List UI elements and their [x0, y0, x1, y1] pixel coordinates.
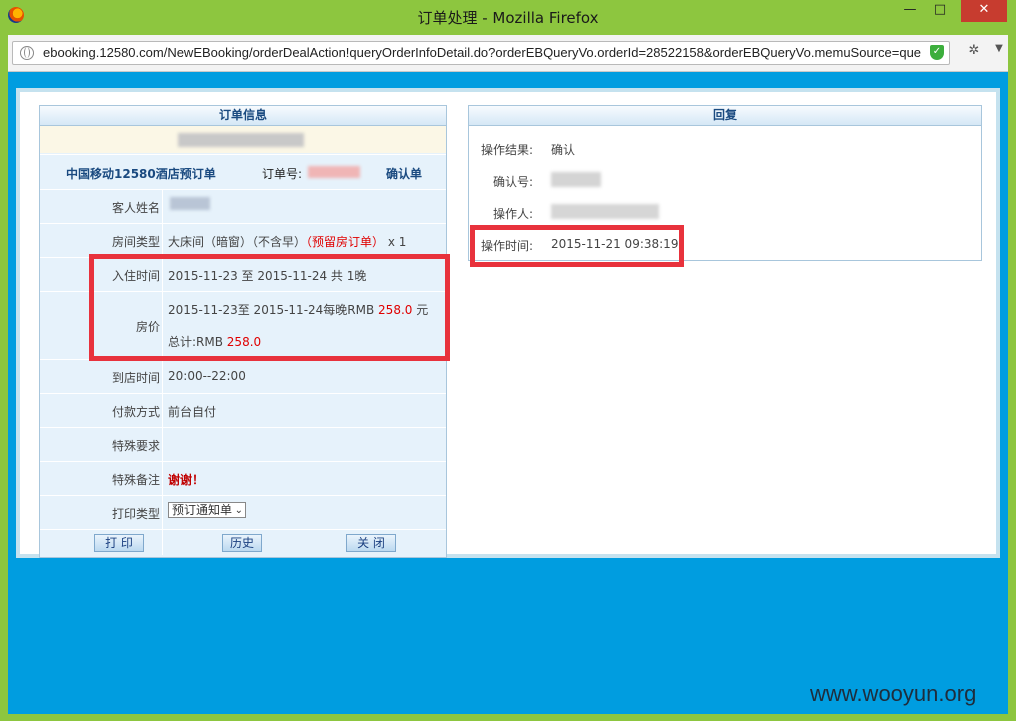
payment-value: 前台自付: [168, 405, 217, 419]
globe-icon: [20, 46, 34, 60]
minimize-button[interactable]: —: [895, 0, 925, 22]
order-title-row: 中国移动12580酒店预订单 订单号: 确认单: [40, 154, 446, 189]
special-request-label: 特殊要求: [111, 439, 160, 453]
chevron-down-icon[interactable]: ▼: [993, 43, 1005, 59]
redacted-order-no: [308, 166, 360, 178]
special-note-value: 谢谢！: [168, 473, 205, 487]
payment-row: 付款方式 前台自付: [40, 393, 446, 427]
arrive-label: 到店时间: [111, 371, 160, 385]
guest-label: 客人姓名: [111, 201, 160, 215]
room-type-text: 大床间（暗窗）（不含早）: [168, 235, 307, 249]
confirm-no-label: 确认号:: [493, 175, 534, 189]
history-button[interactable]: 历史: [222, 534, 262, 552]
guest-row: 客人姓名: [40, 189, 446, 223]
window-title: 订单处理 - Mozilla Firefox: [417, 9, 599, 27]
company-order-title: 中国移动12580酒店预订单: [66, 167, 216, 181]
order-no-label: 订单号:: [262, 167, 303, 181]
bug-icon[interactable]: ✲: [966, 43, 982, 59]
url-field[interactable]: ebooking.12580.com/NewEBooking/orderDeal…: [12, 41, 950, 65]
result-value: 确认: [551, 143, 576, 157]
room-type-value: 大床间（暗窗）（不含早）（预留房订单） x 1: [168, 233, 406, 250]
print-type-label: 打印类型: [111, 507, 160, 521]
address-bar: ebooking.12580.com/NewEBooking/orderDeal…: [8, 35, 1008, 72]
confirm-title: 确认单: [386, 167, 423, 181]
special-request-row: 特殊要求: [40, 427, 446, 461]
arrive-row: 到店时间 20:00--22:00: [40, 359, 446, 393]
result-label: 操作结果:: [481, 143, 534, 157]
room-count: x 1: [387, 235, 407, 249]
window-titlebar: 订单处理 - Mozilla Firefox — □ ✕: [0, 0, 1016, 32]
arrive-value: 20:00--22:00: [168, 369, 246, 383]
special-note-row: 特殊备注 谢谢！: [40, 461, 446, 495]
highlight-box-checkin-price: [89, 254, 450, 361]
print-type-select[interactable]: 预订通知单 ⌄: [168, 502, 246, 518]
room-type-label: 房间类型: [111, 235, 160, 249]
print-button[interactable]: 打 印: [94, 534, 144, 552]
chevron-down-icon: ⌄: [234, 505, 243, 516]
redacted-operator: [551, 204, 659, 219]
shield-check-icon[interactable]: ✓: [930, 45, 944, 60]
operator-label: 操作人:: [493, 207, 534, 221]
payment-label: 付款方式: [111, 405, 160, 419]
close-window-button[interactable]: ✕: [961, 0, 1007, 22]
print-type-row: 打印类型 预订通知单 ⌄: [40, 495, 446, 529]
page-content: 订单信息 中国移动12580酒店预订单 订单号: 确认单 客人姓名 房间类型 大…: [8, 72, 1008, 714]
room-type-row: 房间类型 大床间（暗窗）（不含早）（预留房订单） x 1: [40, 223, 446, 257]
special-note-label: 特殊备注: [111, 473, 160, 487]
redacted-hotel-name: [178, 133, 304, 147]
order-info-header: 订单信息: [40, 106, 446, 126]
reply-header: 回复: [469, 106, 981, 126]
close-button[interactable]: 关 闭: [346, 534, 396, 552]
button-row: 打 印 历史 关 闭: [40, 529, 446, 558]
print-type-selected: 预订通知单: [172, 503, 233, 517]
watermark: www.wooyun.org: [810, 681, 977, 706]
reserved-room-tag: （预留房订单）: [306, 235, 385, 249]
redacted-confirm-no: [551, 172, 601, 187]
hotel-name-row: [40, 126, 446, 153]
maximize-button[interactable]: □: [925, 0, 955, 22]
highlight-box-op-time: [470, 225, 684, 267]
redacted-guest-name: [170, 197, 210, 210]
url-text[interactable]: ebooking.12580.com/NewEBooking/orderDeal…: [43, 45, 923, 60]
